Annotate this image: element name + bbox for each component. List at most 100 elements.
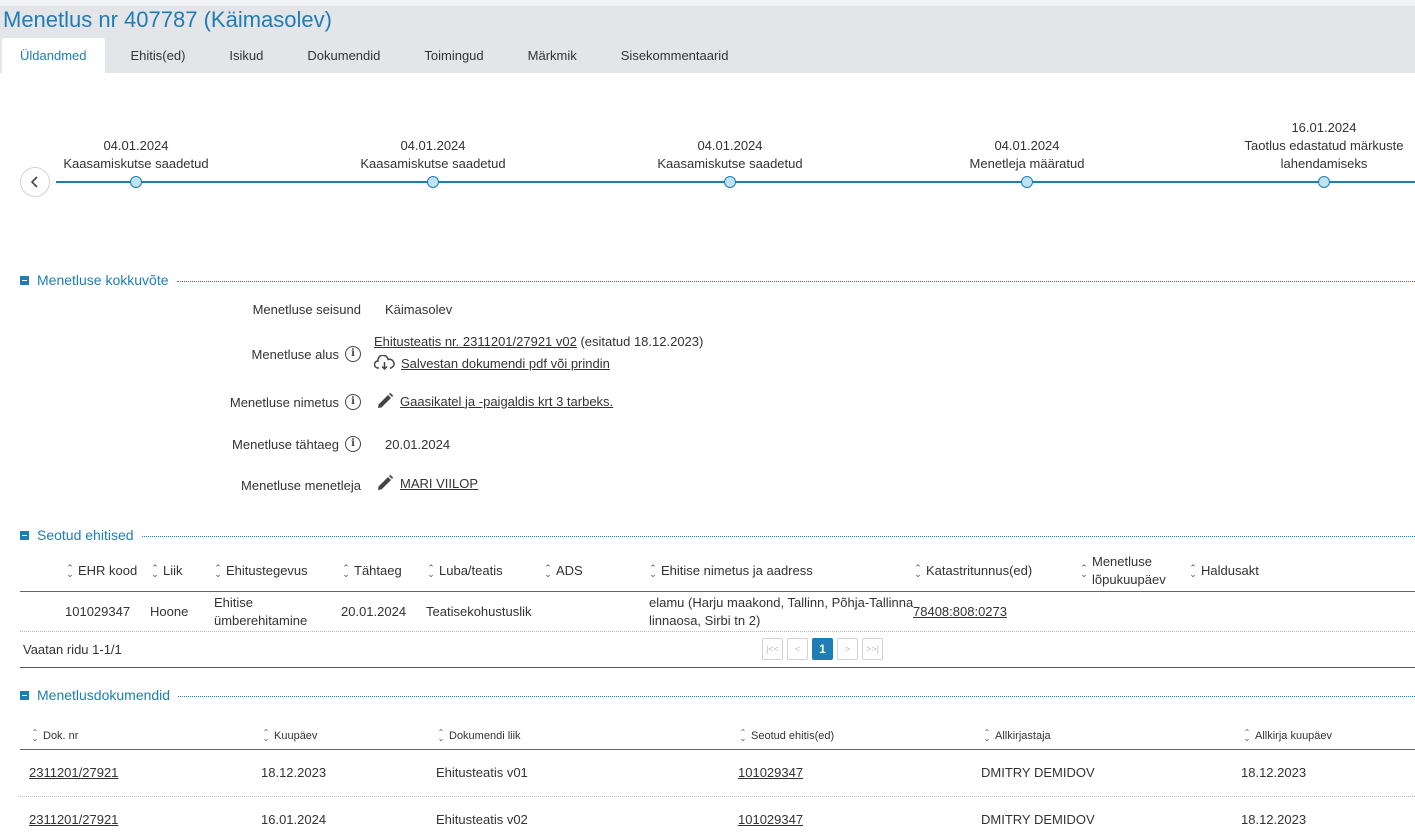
alus-label: Menetluse alus i <box>252 346 361 362</box>
timeline-dot[interactable] <box>1021 176 1033 188</box>
column-header-label: Ehitustegevus <box>226 563 308 578</box>
sort-icon: ⌃ ⌄ <box>1080 563 1088 579</box>
nimetus-label-text: Menetluse nimetus <box>229 394 339 410</box>
column-header[interactable]: ⌃ ⌄ Liik <box>151 562 182 579</box>
tab-markmik[interactable]: Märkmik <box>506 38 599 73</box>
tab-dokumendid[interactable]: Dokumendid <box>285 38 402 73</box>
timeline-event-date: 04.01.2024 <box>994 138 1060 153</box>
column-header[interactable]: ⌃ ⌄ Ehitise nimetus ja aadress <box>649 563 813 578</box>
column-header[interactable]: ⌃ ⌄ Dok. nr <box>31 728 79 743</box>
info-icon[interactable]: i <box>345 436 361 452</box>
menetleja-label-text: Menetluse menetleja <box>241 478 361 493</box>
timeline-event-label: Kaasamiskutse saadetud <box>657 156 803 171</box>
doc-number-link[interactable]: 2311201/27921 <box>29 765 118 780</box>
sort-icon: ⌃ ⌄ <box>739 728 747 743</box>
sort-icon: ⌃ ⌄ <box>1189 562 1197 579</box>
first-page-button[interactable]: |<< <box>762 638 783 660</box>
column-header[interactable]: ⌃ ⌄ Seotud ehitis(ed) <box>739 728 835 743</box>
column-header[interactable]: ⌃ ⌄ Kuupäev <box>262 728 318 743</box>
sort-icon: ⌃ ⌄ <box>427 562 435 579</box>
timeline-dot[interactable] <box>427 176 439 188</box>
column-header[interactable]: ⌃ ⌄ Haldusakt <box>1189 563 1259 578</box>
collapse-icon[interactable] <box>20 530 29 540</box>
column-header[interactable]: ⌃ ⌄ Allkirjastaja <box>983 729 1051 743</box>
alus-value: Ehitusteatis nr. 2311201/27921 v02 (esit… <box>374 334 703 349</box>
table-header-divider <box>20 591 1415 592</box>
sort-icon: ⌃ ⌄ <box>151 562 159 579</box>
doc-sign-date: 18.12.2023 <box>1241 765 1307 780</box>
column-header[interactable]: ⌃ ⌄ EHR kood <box>66 563 137 578</box>
timeline-dot[interactable] <box>1318 176 1330 188</box>
alus-suffix: (esitatud 18.12.2023) <box>576 334 704 349</box>
timeline-event-date: 04.01.2024 <box>103 138 169 153</box>
column-header[interactable]: ⌃ ⌄ Allkirja kuupäev <box>1243 729 1332 743</box>
cell-tegevus: Ehitise ümberehitamine <box>214 594 307 630</box>
section-divider <box>176 280 1415 282</box>
timeline-dot[interactable] <box>130 176 142 188</box>
info-icon[interactable]: i <box>345 346 361 362</box>
prev-page-button[interactable]: < <box>787 638 808 660</box>
doc-signer: DMITRY DEMIDOV <box>981 812 1095 827</box>
timeline-event-date: 04.01.2024 <box>697 138 763 153</box>
last-page-button[interactable]: >>| <box>862 638 883 660</box>
section-title[interactable]: Seotud ehitised <box>37 527 134 543</box>
doc-building-link[interactable]: 101029347 <box>738 765 803 780</box>
tab-isikud[interactable]: Isikud <box>207 38 285 73</box>
info-icon[interactable]: i <box>345 394 361 410</box>
doc-building-link[interactable]: 101029347 <box>738 812 803 827</box>
header-bar: Menetlus nr 407787 (Käimasolev) Üldandme… <box>0 0 1415 73</box>
menetleja-value: MARI VIILOP <box>376 474 478 492</box>
header-strip <box>0 0 1415 6</box>
sort-icon: ⌃ ⌄ <box>31 728 39 743</box>
timeline-event-label: Kaasamiskutse saadetud <box>63 156 209 171</box>
tahtaeg-label-text: Menetluse tähtaeg <box>232 436 339 452</box>
sort-icon: ⌃ ⌄ <box>262 728 270 743</box>
column-header-label: Dokumendi liik <box>449 730 521 742</box>
doc-signer: DMITRY DEMIDOV <box>981 765 1095 780</box>
pencil-icon[interactable] <box>376 392 394 410</box>
summary-section-header: Menetluse kokkuvõte <box>20 270 1415 290</box>
row-divider <box>20 631 1415 632</box>
doc-number-link[interactable]: 2311201/27921 <box>29 812 118 827</box>
cell-kataster-link[interactable]: 78408:808:0273 <box>913 603 1007 621</box>
column-header[interactable]: ⌃ ⌄ Katastritunnus(ed) <box>914 563 1032 578</box>
page-button[interactable]: 1 <box>812 638 833 660</box>
buildings-section-header: Seotud ehitised <box>20 525 1415 545</box>
column-header[interactable]: ⌃ ⌄ ADS <box>544 563 583 578</box>
row-divider <box>20 796 1415 797</box>
column-header[interactable]: ⌃ ⌄ Ehitustegevus <box>214 562 308 579</box>
next-page-button[interactable]: > <box>837 638 858 660</box>
tab-ehitised[interactable]: Ehitis(ed) <box>105 38 208 73</box>
tab-uldandmed[interactable]: Üldandmed <box>2 38 105 73</box>
nimetus-link[interactable]: Gaasikatel ja -paigaldis krt 3 tarbeks. <box>400 394 613 409</box>
column-header[interactable]: ⌃ ⌄ Luba/teatis <box>427 562 502 579</box>
pencil-icon[interactable] <box>376 474 394 492</box>
alus-document-link[interactable]: Ehitusteatis nr. 2311201/27921 v02 <box>374 334 577 349</box>
section-title[interactable]: Menetlusdokumendid <box>37 687 170 703</box>
collapse-icon[interactable] <box>20 690 29 700</box>
sort-icon: ⌃ ⌄ <box>66 562 74 579</box>
column-header[interactable]: ⌃ ⌄ Tähtaeg <box>342 563 401 578</box>
column-header[interactable]: ⌃ ⌄ Menetluse lõpukuupäev <box>1080 553 1166 589</box>
tab-toimingud[interactable]: Toimingud <box>402 38 505 73</box>
section-divider <box>178 695 1415 697</box>
cell-tegevus-line: Ehitise <box>214 595 254 610</box>
column-header-label: Seotud ehitis(ed) <box>751 730 835 742</box>
cell-nimi-line: elamu (Harju maakond, Tallinn, Põhja-Tal… <box>649 595 914 610</box>
download-link[interactable]: Salvestan dokumendi pdf või prindin <box>401 356 610 371</box>
chevron-left-icon <box>30 176 38 188</box>
sort-icon: ⌃ ⌄ <box>214 562 222 579</box>
section-title[interactable]: Menetluse kokkuvõte <box>37 272 169 288</box>
column-header-label: ADS <box>556 563 583 578</box>
column-header-label: EHR kood <box>78 563 138 578</box>
tahtaeg-label: Menetluse tähtaeg i <box>232 436 361 452</box>
menetleja-link[interactable]: MARI VIILOP <box>400 476 478 491</box>
collapse-icon[interactable] <box>20 275 29 285</box>
alus-download[interactable]: Salvestan dokumendi pdf või prindin <box>374 355 610 371</box>
timeline-dot[interactable] <box>724 176 736 188</box>
table-bottom-divider <box>20 667 1415 668</box>
pagination: |<< < 1 > >>| <box>762 638 883 660</box>
column-header-label: Allkirjastaja <box>995 730 1051 742</box>
tab-sisekommentaarid[interactable]: Sisekommentaarid <box>599 38 751 73</box>
column-header[interactable]: ⌃ ⌄ Dokumendi liik <box>437 729 521 743</box>
